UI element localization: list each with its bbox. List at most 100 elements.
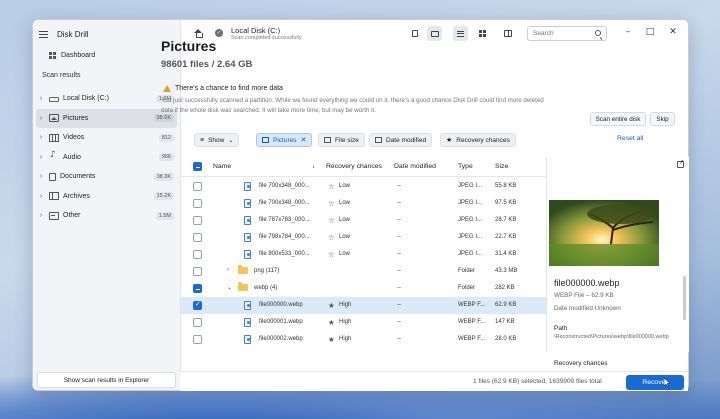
column-name[interactable]: Name	[213, 163, 231, 170]
pictures-filter-chip[interactable]: Pictures ✕	[256, 133, 313, 147]
row-checkbox[interactable]	[193, 284, 202, 293]
location-title: Local Disk (C:)	[231, 26, 281, 35]
dashboard-icon	[49, 52, 56, 59]
cell-date: --	[397, 183, 401, 189]
preview-scrollbar[interactable]	[683, 276, 686, 320]
maximize-icon[interactable]: □	[643, 25, 657, 39]
document-icon	[49, 172, 56, 181]
file-size-filter[interactable]: File size	[318, 133, 365, 147]
expand-icon[interactable]: ›	[36, 193, 46, 200]
file-name: file 700x348_000...	[259, 183, 310, 189]
file-name: png (117)	[254, 268, 280, 274]
folder-view-button[interactable]	[427, 26, 442, 41]
cell-date: --	[397, 251, 401, 257]
table-row[interactable]: file 798x784_000... ☆ Low -- JPEG I... 22.7 K…	[181, 229, 546, 246]
sidebar-item-other[interactable]: › Other 1.5M	[36, 206, 177, 226]
file-name: file 700x348_000...	[259, 200, 310, 206]
sidebar-item-documents[interactable]: › Documents 38.3K	[36, 167, 177, 187]
reset-all-link[interactable]: Reset all	[617, 135, 643, 142]
status-bar: 1 files (62.9 KB) selected, 1639909 file…	[180, 371, 688, 391]
list-view-button[interactable]	[453, 26, 468, 41]
table-row[interactable]: file 700x348_000... ☆ Low -- JPEG I... 97.5 K…	[181, 195, 546, 212]
file-view-button[interactable]	[407, 26, 422, 41]
cell-size: 282 KB	[495, 285, 515, 291]
grid-view-button[interactable]	[475, 26, 490, 41]
skip-button[interactable]: Skip	[650, 112, 675, 126]
column-type[interactable]: Type	[458, 163, 473, 170]
expand-icon[interactable]: ›	[36, 95, 46, 102]
recover-button[interactable]: Recover	[626, 375, 684, 390]
show-in-explorer-button[interactable]: Show scan results in Explorer	[37, 372, 176, 388]
search-icon[interactable]	[595, 30, 601, 36]
sidebar-item-dashboard[interactable]: Dashboard	[49, 52, 95, 59]
sidebar-item-pictures[interactable]: › Pictures 98.6K	[36, 108, 177, 128]
show-filter[interactable]: ≡ Show ⌄	[194, 133, 240, 147]
search-input[interactable]	[528, 27, 588, 40]
count-badge: 15.2K	[153, 192, 174, 201]
hamburger-menu-icon[interactable]	[39, 30, 48, 38]
table-row[interactable]: › png (117) -- Folder 43.3 MB	[181, 263, 546, 280]
minimize-icon[interactable]: –	[621, 25, 635, 39]
scan-complete-check-icon: ✓	[215, 29, 223, 37]
table-row[interactable]: file000001.webp ★ High -- WEBP F... 147 KB	[181, 314, 546, 331]
expand-icon[interactable]: ›	[36, 134, 46, 141]
column-date[interactable]: Date modified	[394, 163, 436, 170]
table-row[interactable]: file 700x348_000... ☆ Low -- JPEG I... 55.8 K…	[181, 178, 546, 195]
sidebar: Disk Drill Dashboard Scan results › Loca…	[33, 20, 181, 390]
pictures-filter-label: Pictures	[273, 136, 297, 144]
select-all-checkbox[interactable]	[193, 162, 202, 171]
remove-filter-icon[interactable]: ✕	[300, 136, 306, 144]
row-checkbox[interactable]	[193, 318, 202, 327]
row-checkbox[interactable]	[193, 199, 202, 208]
preview-file-type: WEBP File – 62.9 KB	[554, 292, 614, 299]
row-checkbox[interactable]	[193, 250, 202, 259]
table-row[interactable]: file000000.webp ★ High -- WEBP F... 62.9 KB	[181, 297, 546, 314]
expand-icon[interactable]: ›	[36, 115, 46, 122]
cell-type: JPEG I...	[458, 217, 483, 223]
column-recovery[interactable]: Recovery chances	[326, 163, 382, 170]
close-icon[interactable]: ✕	[666, 25, 680, 39]
expand-icon[interactable]: ›	[36, 173, 46, 180]
sidebar-item-videos[interactable]: › Videos 812	[36, 128, 177, 148]
recovery-chance: Low	[339, 217, 351, 223]
home-icon[interactable]	[194, 29, 203, 38]
date-modified-filter[interactable]: Date modified	[369, 133, 433, 147]
table-row[interactable]: ⌄ webp (4) -- Folder 282 KB	[181, 280, 546, 297]
table-row[interactable]: file000002.webp ★ High -- WEBP F... 28.0 KB	[181, 331, 546, 348]
show-filter-label: Show	[208, 136, 225, 144]
row-checkbox[interactable]	[193, 267, 202, 276]
chevron-down-icon[interactable]: ⌄	[227, 284, 232, 291]
scan-entire-disk-button[interactable]: Scan entire disk	[590, 112, 646, 126]
expand-icon[interactable]: ›	[36, 212, 46, 219]
row-checkbox[interactable]	[193, 216, 202, 225]
banner-text: You just successfully scanned a partitio…	[161, 97, 544, 114]
row-checkbox[interactable]	[193, 233, 202, 242]
image-file-icon	[244, 334, 251, 344]
star-icon: ☆	[328, 215, 335, 225]
sidebar-item-local-disk[interactable]: › Local Disk (C:) 1.6M	[36, 89, 177, 109]
column-size[interactable]: Size	[495, 163, 508, 170]
app-title: Disk Drill	[57, 29, 89, 39]
preview-date-modified: Date modified Unknown	[554, 305, 621, 312]
table-row[interactable]: file 800x533_000... ☆ Low -- JPEG I... 31.4 K…	[181, 246, 546, 263]
sidebar-item-audio[interactable]: › Audio 966	[36, 148, 177, 168]
mouse-cursor-icon	[664, 378, 670, 387]
recovery-chance: High	[339, 336, 352, 342]
cell-size: 22.7 KB	[495, 234, 517, 240]
archive-icon	[49, 192, 59, 201]
row-checkbox[interactable]	[193, 335, 202, 344]
sidebar-item-archives[interactable]: › Archives 15.2K	[36, 187, 177, 207]
sort-arrow-icon[interactable]: ↓	[312, 163, 315, 170]
audio-icon	[49, 150, 59, 161]
row-checkbox[interactable]	[193, 300, 202, 310]
cell-date: --	[397, 336, 401, 342]
open-external-icon[interactable]	[677, 159, 684, 168]
expand-icon[interactable]: ›	[36, 154, 46, 161]
chevron-right-icon[interactable]: ›	[227, 267, 229, 273]
row-checkbox[interactable]	[193, 182, 202, 191]
table-row[interactable]: file 787x783_000... ☆ Low -- JPEG I... 28.7 K…	[181, 212, 546, 229]
recovery-chances-filter[interactable]: ★ Recovery chances	[440, 133, 516, 147]
preview-pane-button[interactable]	[500, 26, 515, 41]
recovery-chance: Low	[339, 183, 351, 189]
file-name: file000001.webp	[259, 319, 303, 325]
